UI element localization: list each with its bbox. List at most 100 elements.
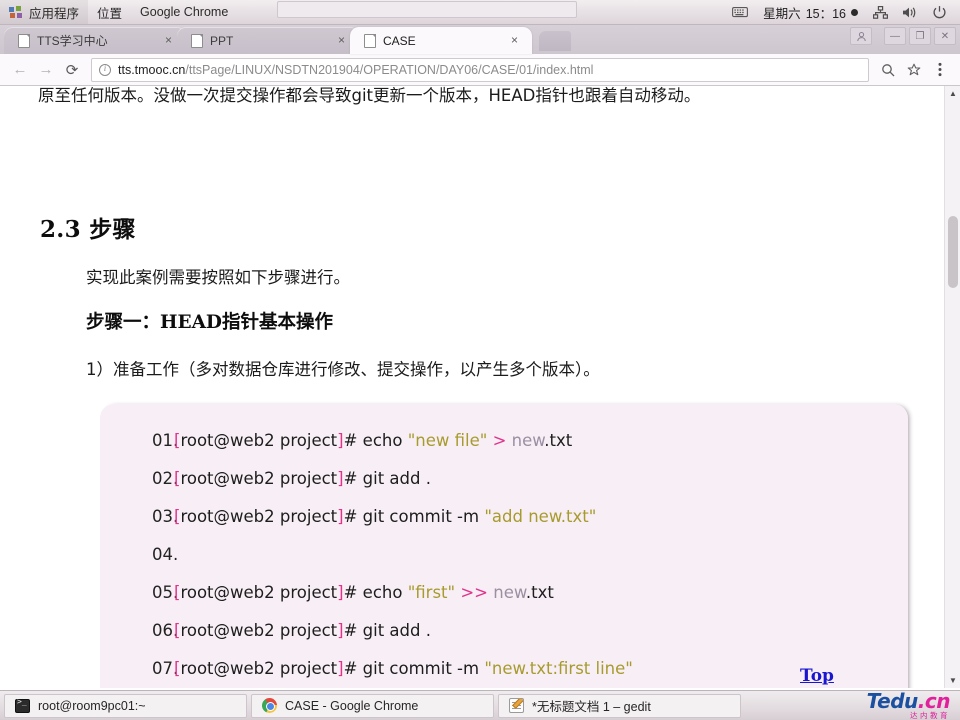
code-line-text: [root@web2 project]# echo "first" >> new… (174, 574, 908, 612)
forward-button[interactable]: → (33, 57, 59, 83)
code-token: .txt (544, 431, 573, 450)
code-line-number: 03. (152, 507, 179, 526)
code-line-number: 05. (152, 583, 179, 602)
code-line-number: 07. (152, 659, 179, 678)
code-line-number: 02. (152, 469, 179, 488)
tedu-logo: Tedu.cn 达内教育 (867, 691, 956, 720)
panel-spacer (237, 0, 725, 24)
page-icon (364, 33, 376, 48)
clock[interactable]: 星期六 15：16 (755, 3, 866, 22)
gedit-icon (509, 698, 524, 713)
code-line-number: 04. (152, 545, 179, 564)
code-token: "new file" (407, 431, 488, 450)
browser-tab-case[interactable]: CASE × (350, 27, 532, 54)
info-icon[interactable] (99, 63, 111, 76)
terminal-icon (15, 697, 30, 713)
code-token: root@web2 project (180, 431, 338, 450)
window-maximize-button[interactable]: ❐ (909, 27, 931, 45)
code-line-text: [root@web2 project]# git commit -m "new.… (174, 650, 908, 688)
applications-icon (9, 5, 23, 19)
panel-window-list[interactable] (277, 1, 578, 18)
clipped-paragraph: 原至任何版本。没做一次提交操作都会导致git更新一个版本，HEAD指针也跟着自动… (38, 86, 701, 105)
code-token: >> (460, 583, 489, 602)
taskbar: root@room9pc01:~ CASE - Google Chrome *无… (0, 690, 960, 720)
scroll-down-arrow-icon[interactable]: ▼ (945, 673, 960, 688)
window-minimize-button[interactable]: — (884, 27, 906, 45)
chrome-browser-window: TTS学习中心 × PPT × CASE × — ❐ ✕ ← → ⟳ i tts… (0, 25, 960, 690)
code-line: 01. [root@web2 project]# echo "new file" … (100, 422, 908, 460)
scroll-up-arrow-icon[interactable]: ▲ (945, 86, 960, 101)
code-line-number: 01. (152, 431, 179, 450)
taskbar-item-gedit[interactable]: *无标题文档 1 – gedit (498, 693, 741, 718)
code-token: root@web2 project (180, 621, 338, 640)
applications-menu-label: 应用程序 (29, 6, 80, 21)
network-icon[interactable] (866, 5, 895, 19)
code-token: # git commit -m (343, 507, 485, 526)
top-link[interactable]: Top (800, 666, 834, 686)
code-line-text: [root@web2 project]# git commit -m "add … (174, 498, 908, 536)
reload-button[interactable]: ⟳ (59, 57, 85, 83)
tab-close-button[interactable]: × (507, 33, 522, 48)
vertical-scrollbar[interactable]: ▲ ▼ (944, 86, 960, 688)
tab-strip: TTS学习中心 × PPT × CASE × — ❐ ✕ (0, 25, 960, 54)
volume-icon[interactable] (895, 6, 925, 19)
tab-close-button[interactable]: × (161, 33, 176, 48)
page-icon (18, 33, 30, 48)
keyboard-icon[interactable] (725, 6, 755, 18)
power-icon[interactable] (925, 5, 954, 20)
browser-toolbar: ← → ⟳ tts.tmooc.cn/ttsPage/LINUX/NSDTN20… (0, 54, 960, 86)
gnome-top-panel: 应用程序 位置 Google Chrome 星期六 15：16 (0, 0, 960, 25)
code-line-text: [root@web2 project]# git add . (174, 612, 908, 650)
address-bar[interactable]: tts.tmooc.cn/ttsPage/LINUX/NSDTN201904/O… (91, 57, 869, 82)
code-token: root@web2 project (180, 659, 338, 678)
code-line: 03. [root@web2 project]# git commit -m "a… (100, 498, 908, 536)
places-menu[interactable]: 位置 (88, 0, 131, 24)
taskbar-item-chrome[interactable]: CASE - Google Chrome (251, 693, 494, 718)
active-app-menu[interactable]: Google Chrome (131, 0, 237, 24)
profile-avatar-icon[interactable] (850, 27, 872, 45)
tab-close-button[interactable]: × (334, 33, 349, 48)
panel-menus: 应用程序 位置 Google Chrome (0, 0, 237, 24)
url-path: /ttsPage/LINUX/NSDTN201904/OPERATION/DAY… (185, 62, 594, 77)
preparation-paragraph: 1）准备工作（多对数据仓库进行修改、提交操作，以产生多个版本）。 (86, 360, 600, 379)
applications-menu[interactable]: 应用程序 (0, 0, 89, 24)
browser-tab-tts[interactable]: TTS学习中心 × (4, 27, 186, 54)
code-block: 01. [root@web2 project]# echo "new file" … (100, 404, 908, 688)
tedu-logo-part2: .cn (917, 689, 951, 714)
taskbar-item-terminal[interactable]: root@room9pc01:~ (4, 693, 247, 718)
taskbar-item-label: CASE - Google Chrome (285, 698, 419, 713)
code-token: # git commit -m (343, 659, 485, 678)
three-dot-menu-icon[interactable] (927, 57, 953, 83)
browser-tab-ppt[interactable]: PPT × (177, 27, 359, 54)
code-line: 07. [root@web2 project]# git commit -m "n… (100, 650, 908, 688)
chrome-icon (262, 698, 277, 713)
taskbar-item-label: root@room9pc01:~ (38, 698, 146, 713)
window-close-button[interactable]: ✕ (934, 27, 956, 45)
code-line: 05. [root@web2 project]# echo "first" >> … (100, 574, 908, 612)
star-icon[interactable] (901, 57, 927, 83)
code-token: root@web2 project (180, 583, 338, 602)
clock-time: 15：16 (805, 6, 846, 21)
tedu-logo-part1: Tedu (866, 689, 919, 714)
code-line-text: [root@web2 project]# git add . (174, 460, 908, 498)
code-line: 02. [root@web2 project]# git add . (100, 460, 908, 498)
url-host: tts.tmooc.cn (118, 62, 186, 77)
code-token: # git add . (343, 621, 431, 640)
code-token: # git add . (343, 469, 431, 488)
web-page-content: 原至任何版本。没做一次提交操作都会导致git更新一个版本，HEAD指针也跟着自动… (0, 86, 944, 688)
new-tab-button[interactable] (539, 31, 571, 51)
window-controls: — ❐ ✕ (850, 27, 956, 45)
code-line-text: [root@web2 project]# echo "new file" > n… (174, 422, 908, 460)
code-token: "add new.txt" (484, 507, 597, 526)
page-viewport: 原至任何版本。没做一次提交操作都会导致git更新一个版本，HEAD指针也跟着自动… (0, 86, 960, 688)
code-token: new (511, 431, 545, 450)
taskbar-item-label: *无标题文档 1 – gedit (532, 700, 651, 714)
page-title: 2.3 步骤 (40, 216, 136, 243)
back-button[interactable]: ← (7, 57, 33, 83)
code-token: # echo (343, 431, 408, 450)
search-zoom-icon[interactable] (875, 57, 901, 83)
scrollbar-thumb[interactable] (948, 216, 958, 288)
code-token: new (493, 583, 526, 602)
active-app-label: Google Chrome (140, 5, 229, 19)
intro-paragraph: 实现此案例需要按照如下步骤进行。 (86, 268, 350, 287)
